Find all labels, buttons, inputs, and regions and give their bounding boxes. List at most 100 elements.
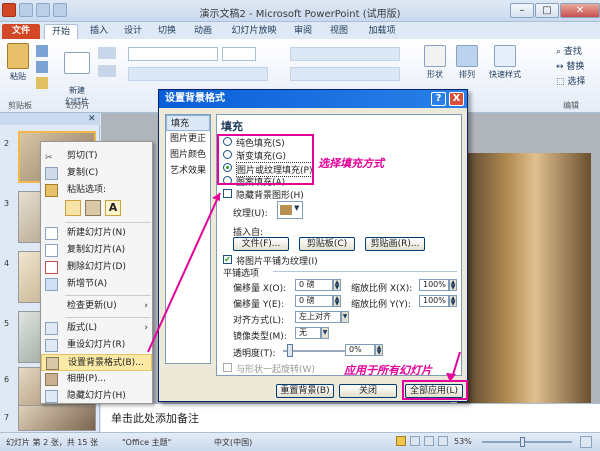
tab-slideshow[interactable]: 幻灯片放映 [226, 24, 282, 39]
offset-x-spinner[interactable]: ▲ ▼ [333, 279, 341, 291]
scale-x-spinner[interactable]: ▲ ▼ [449, 279, 457, 291]
language-indicator[interactable]: 中文(中国) [214, 437, 252, 448]
maximize-button[interactable]: □ [535, 3, 559, 18]
new-slide-button[interactable]: 新建 幻灯片 [60, 43, 94, 107]
font-format-toolbar[interactable] [128, 67, 268, 81]
paste-picture-icon[interactable] [85, 200, 101, 216]
menu-item-photo-album[interactable]: 相册(P)... [41, 371, 152, 388]
file-button[interactable]: 文件(F)... [233, 237, 289, 251]
reading-view-icon[interactable] [424, 436, 434, 446]
menu-item-reset-slide[interactable]: 重设幻灯片(R) [41, 337, 152, 354]
slide-thumbnail[interactable] [18, 405, 96, 431]
tab-review[interactable]: 审阅 [288, 24, 318, 39]
menu-label: 复制(C) [67, 168, 99, 178]
scale-x-input[interactable]: 100% [419, 279, 449, 291]
scale-y-input[interactable]: 100% [419, 295, 449, 307]
tab-transitions[interactable]: 切换 [152, 24, 182, 39]
font-size-select[interactable] [222, 47, 256, 61]
reset-background-button[interactable]: 重置背景(B) [276, 384, 334, 398]
tab-addins[interactable]: 加载项 [362, 24, 402, 39]
tab-file[interactable]: 文件 [2, 24, 40, 39]
thumb-number: 5 [4, 319, 10, 328]
menu-item-cut[interactable]: ✂ 剪切(T) [41, 148, 152, 165]
mirror-type-select[interactable]: 无 [295, 327, 321, 339]
find-icon: ⌕ [556, 47, 564, 57]
transparency-input[interactable]: 0% [345, 344, 375, 356]
zoom-slider-thumb[interactable] [520, 437, 525, 447]
alignment-dropdown-icon[interactable]: ▼ [341, 311, 349, 323]
nav-artistic-effects[interactable]: 艺术效果 [166, 163, 210, 179]
menu-item-check-updates[interactable]: 检查更新(U) › [41, 298, 152, 315]
tab-design[interactable]: 设计 [118, 24, 148, 39]
redo-icon[interactable] [53, 3, 67, 17]
mirror-dropdown-icon[interactable]: ▼ [321, 327, 329, 339]
menu-item-format-background[interactable]: 设置背景格式(B)... [41, 354, 152, 371]
checkbox-tile-picture[interactable]: ✔ [223, 255, 232, 264]
checkbox-rotate-with-shape[interactable] [223, 363, 232, 372]
dialog-close-button[interactable]: X [449, 92, 464, 106]
paragraph-toolbar[interactable] [290, 47, 400, 61]
nav-picture-color[interactable]: 图片颜色 [166, 147, 210, 163]
clipart-button[interactable]: 剪贴画(R)... [365, 237, 425, 251]
font-family-select[interactable] [128, 47, 218, 61]
menu-item-delete-slide[interactable]: 删除幻灯片(D) [41, 259, 152, 276]
fit-to-window-icon[interactable] [580, 436, 592, 448]
texture-picker[interactable]: ▼ [277, 201, 303, 219]
offset-x-input[interactable]: 0 磅 [295, 279, 333, 291]
alignment-toolbar[interactable] [290, 67, 400, 81]
paste-icon [45, 184, 58, 197]
format-painter-icon[interactable] [36, 77, 48, 89]
normal-view-icon[interactable] [396, 436, 406, 446]
checkbox-hide-background[interactable] [223, 189, 232, 198]
menu-item-add-section[interactable]: 新增节(A) [41, 276, 152, 293]
paste-text-only-icon[interactable]: A [105, 200, 121, 216]
help-button[interactable]: ? [431, 92, 446, 106]
paste-button[interactable]: 粘贴 [4, 43, 32, 82]
transparency-slider-thumb[interactable] [287, 344, 293, 357]
menu-item-layout[interactable]: 版式(L) › [41, 320, 152, 337]
save-icon[interactable] [19, 3, 33, 17]
delete-slide-icon [45, 261, 58, 274]
offset-y-spinner[interactable]: ▲ ▼ [333, 295, 341, 307]
alignment-select[interactable]: 左上对齐 [295, 311, 341, 323]
menu-item-copy[interactable]: 复制(C) [41, 165, 152, 182]
tab-insert[interactable]: 插入 [84, 24, 114, 39]
menu-item-duplicate-slide[interactable]: 复制幻灯片(A) [41, 242, 152, 259]
arrange-button[interactable]: 排列 [452, 45, 482, 80]
tab-view[interactable]: 视图 [324, 24, 354, 39]
menu-item-hide-slide[interactable]: 隐藏幻灯片(H) [41, 388, 152, 405]
cut-icon[interactable] [36, 45, 48, 57]
quick-styles-button[interactable]: 快速样式 [484, 45, 526, 80]
notes-pane[interactable]: 单击此处添加备注 [101, 403, 600, 432]
close-window-button[interactable]: ✕ [560, 3, 600, 18]
paste-destination-theme-icon[interactable] [65, 200, 81, 216]
minimize-button[interactable]: – [510, 3, 534, 18]
tab-animations[interactable]: 动画 [188, 24, 218, 39]
replace-button[interactable]: ↔ 替换 [556, 59, 584, 72]
find-button[interactable]: ⌕ 查找 [556, 44, 582, 57]
select-button[interactable]: ⬚ 选择 [556, 74, 585, 87]
paste-label: 粘贴 [10, 72, 26, 81]
zoom-slider[interactable] [482, 441, 572, 443]
close-button[interactable]: 关闭 [339, 384, 397, 398]
close-pane-icon[interactable]: ✕ [88, 114, 96, 124]
offset-y-input[interactable]: 0 磅 [295, 295, 333, 307]
layout-icon[interactable] [98, 47, 116, 59]
slideshow-icon[interactable] [438, 436, 448, 446]
powerpoint-logo-icon[interactable] [2, 3, 16, 17]
tab-home[interactable]: 开始 [44, 24, 78, 39]
copy-icon[interactable] [36, 61, 48, 73]
transparency-slider-track[interactable] [283, 350, 353, 352]
nav-picture-corrections[interactable]: 图片更正 [166, 131, 210, 147]
slide-sorter-icon[interactable] [410, 436, 420, 446]
clipboard-button[interactable]: 剪贴板(C) [299, 237, 355, 251]
transparency-spinner[interactable]: ▲ ▼ [375, 344, 383, 356]
shape-button[interactable]: 形状 [420, 45, 450, 80]
apply-all-highlight [402, 380, 468, 400]
reset-icon[interactable] [98, 65, 116, 77]
scale-y-spinner[interactable]: ▲ ▼ [449, 295, 457, 307]
nav-fill[interactable]: 填充 [166, 115, 210, 131]
menu-item-new-slide[interactable]: 新建幻灯片(N) [41, 225, 152, 242]
undo-icon[interactable] [36, 3, 50, 17]
zoom-level[interactable]: 53% [454, 437, 472, 446]
